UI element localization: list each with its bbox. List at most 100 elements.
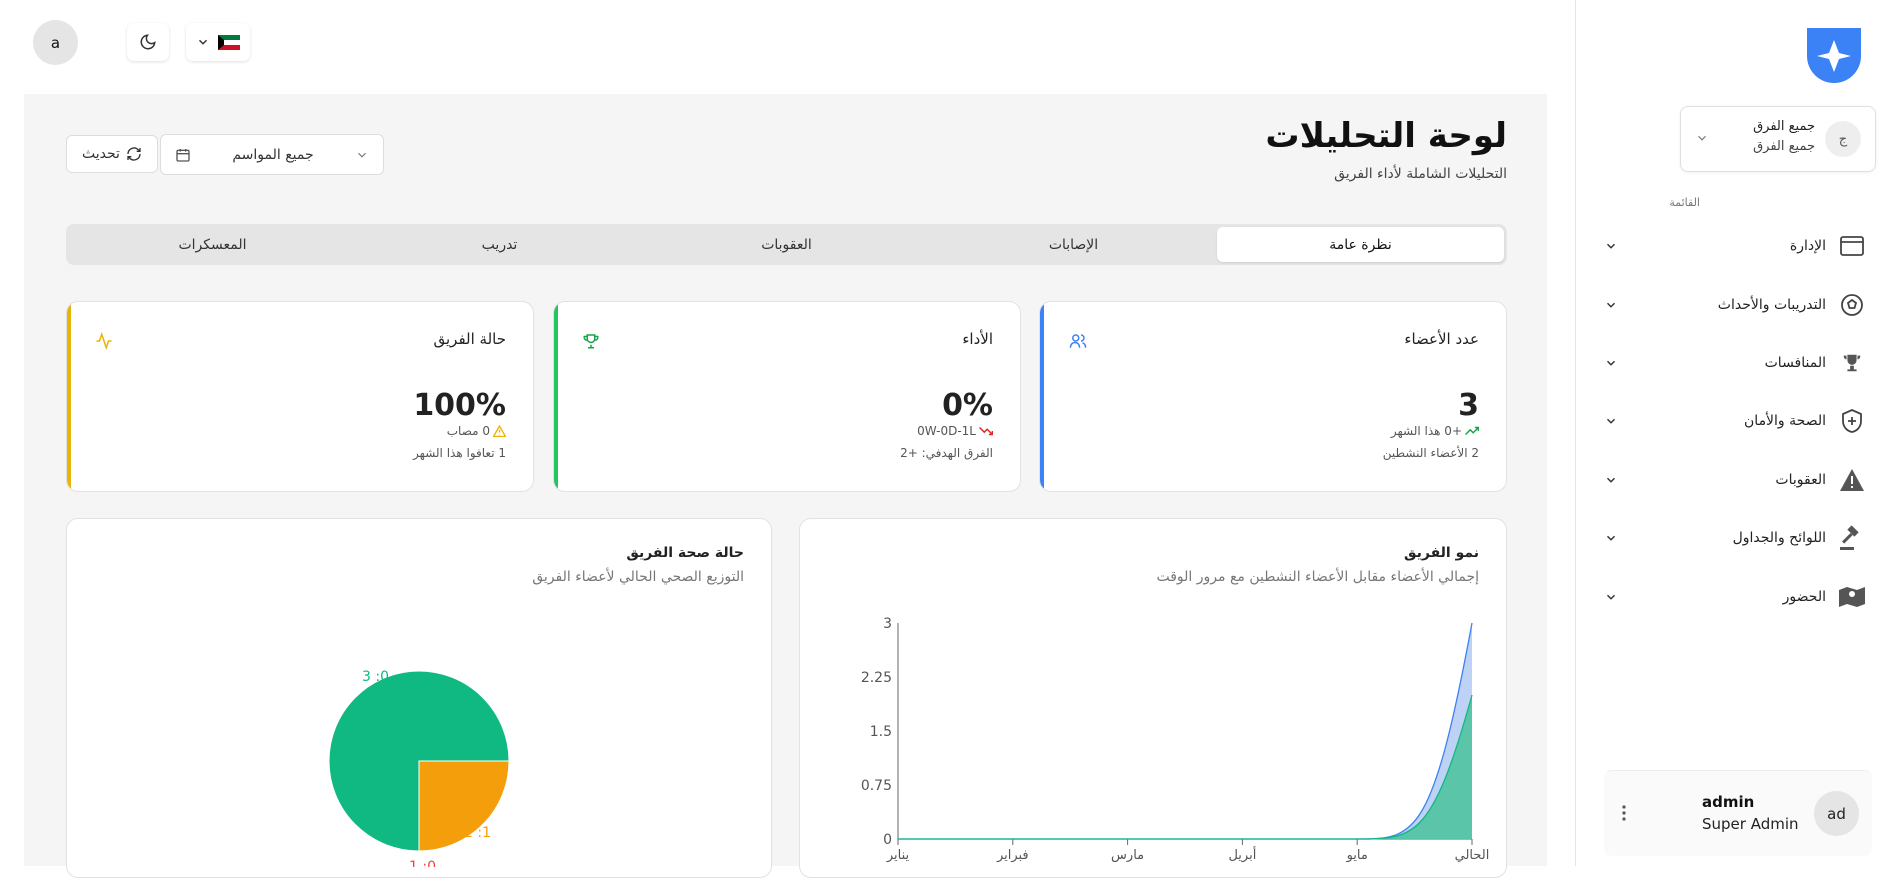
team-growth-card: نمو الفريق إجمالي الأعضاء مقابل الأعضاء … <box>799 518 1507 878</box>
chevron-down-icon <box>1695 131 1709 145</box>
x-tick-label: أبريل <box>1228 846 1256 863</box>
ball-icon <box>1838 293 1866 317</box>
y-tick-label: 0 <box>883 832 892 848</box>
user-role: Super Admin <box>1702 815 1799 833</box>
user-avatar: ad <box>1814 791 1859 836</box>
y-tick-label: 3 <box>883 616 892 632</box>
y-tick-label: 0.75 <box>861 778 892 794</box>
chevron-down-icon <box>1604 590 1618 604</box>
card-note: 2 الأعضاء النشطين <box>1382 446 1479 460</box>
card-value: 0% <box>942 388 993 423</box>
trophy-icon <box>582 332 600 350</box>
more-vertical-icon[interactable] <box>1622 805 1626 821</box>
analytics-tabs: نظرة عامة الإصابات العقوبات تدريب المعسك… <box>66 224 1507 265</box>
chevron-down-icon <box>1604 473 1618 487</box>
language-select[interactable] <box>186 23 250 61</box>
x-tick-label: يناير <box>886 848 910 863</box>
trophy-icon <box>1838 352 1866 374</box>
sidebar-item-regulations[interactable]: اللوائح والجداول <box>1604 519 1866 557</box>
sidebar-item-admin[interactable]: الإدارة <box>1604 227 1866 265</box>
card-change: +0 هذا الشهر <box>1391 424 1479 438</box>
sidebar-item-label: الصحة والأمان <box>1744 413 1826 429</box>
team-select[interactable]: جميع الفرق جميع الفرق ج <box>1680 106 1876 172</box>
user-profile[interactable]: admin Super Admin ad <box>1604 770 1872 856</box>
sidebar-item-label: المنافسات <box>1764 355 1826 371</box>
sidebar-item-label: الإدارة <box>1789 238 1826 254</box>
card-title: حالة الفريق <box>433 330 506 348</box>
x-tick-label: الحالي <box>1455 848 1490 863</box>
user-avatar[interactable]: a <box>33 20 78 65</box>
moon-icon <box>139 33 157 51</box>
kuwait-flag-icon <box>218 34 240 50</box>
card-note: 1 تعافوا هذا الشهر <box>413 446 506 460</box>
tab-penalties[interactable]: العقوبات <box>643 227 930 262</box>
chevron-down-icon <box>1604 298 1618 312</box>
series-area-1 <box>898 695 1472 839</box>
sidebar-item-competitions[interactable]: المنافسات <box>1604 344 1866 382</box>
performance-card: الأداء 0% 0W-0D-1L الفرق الهدفي: +2 <box>553 301 1021 492</box>
x-tick-label: مايو <box>1346 848 1368 863</box>
tab-overview[interactable]: نظرة عامة <box>1217 227 1504 262</box>
card-title: عدد الأعضاء <box>1404 330 1479 348</box>
chevron-down-icon <box>355 148 369 162</box>
y-tick-label: 1.5 <box>870 724 892 740</box>
series-line-1 <box>897 694 1473 840</box>
x-tick-label: فبراير <box>996 848 1029 863</box>
health-pie-chart: 0: 31: 20: 1 <box>328 669 510 867</box>
card-note: الفرق الهدفي: +2 <box>900 446 993 460</box>
shield-icon <box>1838 409 1866 433</box>
app-logo <box>1805 26 1863 84</box>
sidebar-item-label: العقوبات <box>1775 472 1826 488</box>
tab-injuries[interactable]: الإصابات <box>930 227 1217 262</box>
sidebar-item-penalties[interactable]: العقوبات <box>1604 461 1866 499</box>
refresh-label: تحديث <box>82 146 120 162</box>
team-select-title: جميع الفرق <box>1753 119 1815 134</box>
gavel-icon <box>1838 525 1866 551</box>
y-tick-label: 2.25 <box>861 670 892 686</box>
user-name: admin <box>1702 793 1755 811</box>
season-select[interactable]: جميع المواسم <box>160 134 384 175</box>
sidebar-item-health[interactable]: الصحة والأمان <box>1604 402 1866 440</box>
members-card: عدد الأعضاء 3 +0 هذا الشهر 2 الأعضاء الن… <box>1039 301 1507 492</box>
map-icon <box>1838 585 1866 609</box>
trend-up-icon <box>1465 426 1479 436</box>
refresh-icon <box>126 146 142 162</box>
warning-icon <box>1838 468 1866 492</box>
team-select-subtitle: جميع الفرق <box>1753 139 1815 154</box>
team-health-card: حالة صحة الفريق التوزيع الصحي الحالي لأع… <box>66 518 772 878</box>
season-select-value: جميع المواسم <box>232 146 314 163</box>
team-badge: ج <box>1825 121 1861 157</box>
pie-label: 0: 3 <box>362 669 389 685</box>
card-value: 3 <box>1458 388 1479 423</box>
users-icon <box>1068 332 1088 350</box>
page-subtitle: التحليلات الشاملة لأداء الفريق <box>1334 166 1507 182</box>
chevron-down-icon <box>196 35 210 49</box>
card-injured: 0 مصاب <box>447 424 506 438</box>
chevron-down-icon <box>1604 239 1618 253</box>
page-title: لوحة التحليلات <box>1265 116 1507 156</box>
chevron-down-icon <box>1604 356 1618 370</box>
avatar-initial: a <box>50 33 61 52</box>
admin-icon <box>1838 236 1866 256</box>
series-area-0 <box>898 623 1472 839</box>
sidebar-item-training[interactable]: التدريبات والأحداث <box>1604 286 1866 324</box>
activity-icon <box>95 332 113 350</box>
calendar-icon <box>175 147 191 163</box>
theme-toggle-button[interactable] <box>127 23 169 61</box>
chevron-down-icon <box>1604 414 1618 428</box>
chevron-down-icon <box>1604 531 1618 545</box>
card-title: الأداء <box>962 330 993 348</box>
tab-training[interactable]: تدريب <box>356 227 643 262</box>
sidebar-item-label: اللوائح والجداول <box>1732 530 1826 546</box>
sidebar-item-label: الحضور <box>1782 589 1826 605</box>
card-value: 100% <box>413 388 506 423</box>
trend-down-icon <box>979 426 993 436</box>
sidebar-item-attendance[interactable]: الحضور <box>1604 578 1866 616</box>
pie-label: 1: 2 <box>464 825 491 841</box>
warning-icon <box>493 425 506 437</box>
card-record: 0W-0D-1L <box>917 424 993 438</box>
series-line-0 <box>897 622 1473 840</box>
x-tick-label: مارس <box>1111 848 1144 863</box>
tab-camps[interactable]: المعسكرات <box>69 227 356 262</box>
refresh-button[interactable]: تحديث <box>66 135 158 173</box>
